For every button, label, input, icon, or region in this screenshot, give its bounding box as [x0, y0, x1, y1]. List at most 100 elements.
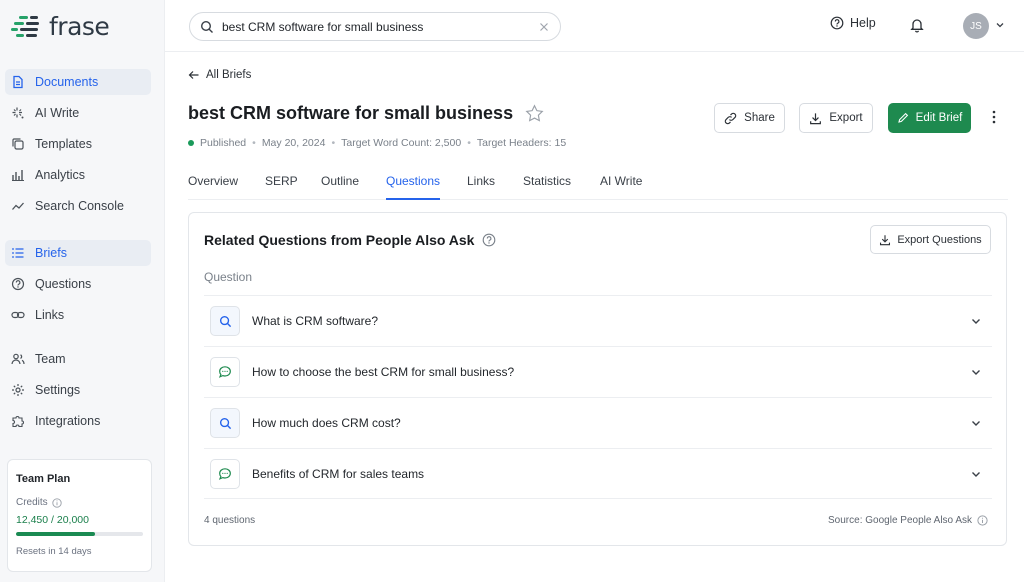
- page-title: best CRM software for small business: [188, 103, 514, 123]
- meta-separator: •: [331, 137, 336, 149]
- info-icon[interactable]: [52, 497, 62, 508]
- tab-questions[interactable]: Questions: [386, 174, 441, 200]
- download-icon: [880, 234, 891, 245]
- sidebar-item-questions[interactable]: Questions: [5, 271, 151, 297]
- help-label: Help: [850, 16, 876, 30]
- pencil-icon: [897, 112, 908, 123]
- top-bar: Help JS: [165, 0, 1024, 52]
- export-button[interactable]: Export: [799, 103, 873, 133]
- star-icon[interactable]: [525, 104, 544, 123]
- link-icon: [11, 308, 25, 322]
- sidebar-item-label: Search Console: [35, 199, 124, 213]
- clear-search-icon[interactable]: [538, 21, 550, 33]
- sidebar-item-briefs[interactable]: Briefs: [5, 240, 151, 266]
- gear-icon: [11, 383, 25, 397]
- tab-outline[interactable]: Outline: [321, 174, 359, 198]
- frase-logo-icon: [11, 13, 41, 39]
- question-text: What is CRM software?: [252, 314, 379, 328]
- question-row[interactable]: Benefits of CRM for sales teams: [204, 448, 992, 499]
- export-label: Export: [829, 112, 863, 124]
- publish-date: May 20, 2024: [261, 137, 326, 149]
- tab-links[interactable]: Links: [467, 174, 495, 198]
- question-row[interactable]: How to choose the best CRM for small bus…: [204, 346, 992, 397]
- tab-ai-write[interactable]: AI Write: [600, 174, 642, 198]
- chat-bubble-icon: [210, 458, 240, 489]
- share-label: Share: [744, 112, 775, 124]
- question-row[interactable]: How much does CRM cost?: [204, 397, 992, 448]
- copy-icon: [11, 137, 25, 151]
- more-options-button[interactable]: [987, 108, 1001, 131]
- status-badge: Published: [200, 137, 247, 149]
- sidebar-item-settings[interactable]: Settings: [5, 377, 151, 403]
- question-count: 4 questions: [204, 515, 256, 526]
- sidebar-item-label: Analytics: [35, 168, 86, 182]
- edit-brief-button[interactable]: Edit Brief: [888, 103, 971, 133]
- chevron-down-icon[interactable]: [970, 417, 982, 429]
- bell-icon: [910, 19, 924, 33]
- source-text: Source: Google People Also Ask: [828, 515, 972, 526]
- info-icon[interactable]: [977, 515, 988, 526]
- sparkle-icon: [11, 106, 25, 120]
- search-icon: [210, 306, 240, 336]
- search-icon: [200, 20, 213, 33]
- sidebar-item-label: Team: [35, 352, 66, 366]
- edit-brief-label: Edit Brief: [915, 112, 963, 124]
- question-column-header: Question: [204, 270, 253, 284]
- sidebar-item-documents[interactable]: Documents: [5, 69, 151, 95]
- plan-card: Team Plan Credits 12,450 / 20,000 Resets…: [7, 459, 152, 572]
- back-label: All Briefs: [206, 69, 252, 81]
- more-vertical-icon: [992, 110, 996, 124]
- tab-serp[interactable]: SERP: [265, 174, 298, 198]
- credits-progress-fill: [16, 532, 96, 536]
- users-icon: [11, 352, 25, 366]
- export-questions-button[interactable]: Export Questions: [870, 225, 991, 254]
- search-icon: [210, 408, 240, 438]
- help-button[interactable]: Help: [830, 16, 876, 30]
- share-button[interactable]: Share: [714, 103, 785, 133]
- export-questions-label: Export Questions: [897, 233, 982, 246]
- question-circle-icon: [11, 277, 25, 291]
- panel-title-row: Related Questions from People Also Ask: [204, 232, 496, 248]
- sidebar-item-integrations[interactable]: Integrations: [5, 408, 151, 434]
- sidebar-item-label: Templates: [35, 137, 92, 151]
- sidebar-item-analytics[interactable]: Analytics: [5, 162, 151, 188]
- title-row: best CRM software for small business: [188, 103, 544, 124]
- sidebar-item-team[interactable]: Team: [5, 346, 151, 372]
- tab-statistics[interactable]: Statistics: [523, 174, 571, 198]
- trend-line-icon: [11, 199, 25, 213]
- chevron-down-icon[interactable]: [970, 315, 982, 327]
- meta-separator: •: [467, 137, 471, 149]
- question-circle-icon[interactable]: [482, 233, 496, 247]
- search-input[interactable]: [222, 19, 530, 34]
- sidebar-item-templates[interactable]: Templates: [5, 131, 151, 157]
- question-row[interactable]: What is CRM software?: [204, 295, 992, 346]
- credits-label: Credits: [16, 497, 48, 508]
- brief-tabs: Overview SERP Outline Questions Links St…: [188, 170, 1008, 200]
- notifications-button[interactable]: [909, 17, 925, 38]
- tab-overview[interactable]: Overview: [188, 174, 238, 198]
- credits-progress-bar: [16, 532, 143, 536]
- list-icon: [11, 246, 25, 260]
- plan-title: Team Plan: [16, 473, 71, 485]
- question-text: How much does CRM cost?: [252, 416, 401, 430]
- bar-chart-icon: [11, 168, 25, 182]
- chevron-down-icon[interactable]: [970, 468, 982, 480]
- related-questions-panel: Related Questions from People Also Ask E…: [188, 212, 1007, 546]
- arrow-left-icon: [188, 71, 199, 79]
- puzzle-icon: [11, 414, 25, 428]
- brand-logo[interactable]: frase: [11, 12, 110, 41]
- sidebar-item-ai-write[interactable]: AI Write: [5, 100, 151, 126]
- credits-reset-text: Resets in 14 days: [16, 546, 92, 557]
- search-bar[interactable]: [189, 12, 561, 41]
- chevron-down-icon[interactable]: [995, 20, 1005, 30]
- source-note: Source: Google People Also Ask: [828, 515, 988, 526]
- target-word-count: Target Word Count: 2,500: [341, 137, 462, 149]
- status-dot: [188, 140, 194, 146]
- sidebar-item-search-console[interactable]: Search Console: [5, 193, 151, 219]
- avatar[interactable]: JS: [963, 13, 989, 39]
- meta-separator: •: [252, 137, 256, 149]
- chevron-down-icon[interactable]: [970, 366, 982, 378]
- back-to-briefs-link[interactable]: All Briefs: [188, 69, 251, 81]
- sidebar-item-links[interactable]: Links: [5, 302, 151, 328]
- question-text: Benefits of CRM for sales teams: [252, 466, 425, 481]
